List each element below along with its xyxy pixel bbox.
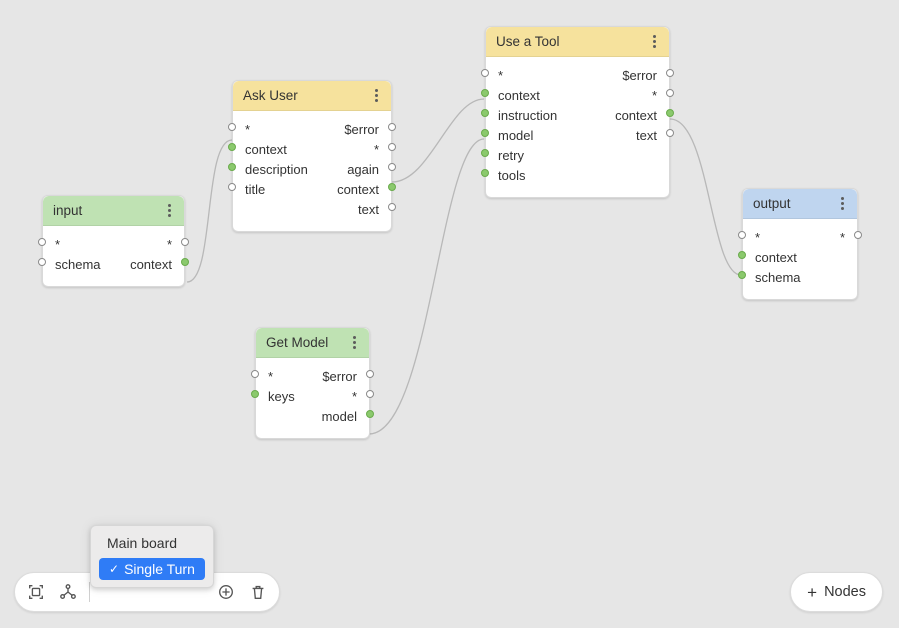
- node-output-header[interactable]: output: [743, 189, 857, 219]
- input-retry: retry: [498, 148, 524, 163]
- kebab-icon[interactable]: [372, 87, 381, 104]
- port-in-tools[interactable]: [481, 169, 489, 177]
- node-get-model-header[interactable]: Get Model: [256, 328, 369, 358]
- port-out[interactable]: [388, 123, 396, 131]
- port-in[interactable]: [38, 258, 46, 266]
- breadcrumb-active-label: Single Turn: [124, 561, 195, 577]
- add-nodes-label: Nodes: [824, 584, 866, 600]
- input-tools: tools: [498, 168, 525, 183]
- kebab-icon[interactable]: [650, 33, 659, 50]
- port-in-keys[interactable]: [251, 390, 259, 398]
- breadcrumb-popover[interactable]: Main board ✓ Single Turn: [90, 525, 214, 588]
- output-context: context: [337, 182, 379, 197]
- port-in[interactable]: [251, 370, 259, 378]
- node-input-header[interactable]: input: [43, 196, 184, 226]
- port-in-description[interactable]: [228, 163, 236, 171]
- input-context: context: [498, 88, 540, 103]
- port-in-model[interactable]: [481, 129, 489, 137]
- port-out-context[interactable]: [388, 183, 396, 191]
- plus-icon: +: [807, 584, 817, 601]
- port-in[interactable]: [738, 231, 746, 239]
- output-context: context: [130, 257, 172, 272]
- port-in[interactable]: [228, 123, 236, 131]
- kebab-icon[interactable]: [350, 334, 359, 351]
- output-star: *: [352, 389, 357, 404]
- fit-view-icon[interactable]: [25, 581, 47, 603]
- add-nodes-button[interactable]: + Nodes: [790, 572, 883, 612]
- input-context: context: [245, 142, 287, 157]
- port-out[interactable]: [366, 390, 374, 398]
- port-in[interactable]: [38, 238, 46, 246]
- input-model: model: [498, 128, 533, 143]
- output-star: *: [167, 237, 172, 252]
- node-output[interactable]: output * * context schema: [742, 188, 858, 300]
- input-star: *: [498, 68, 503, 83]
- port-in-retry[interactable]: [481, 149, 489, 157]
- hierarchy-icon[interactable]: [57, 581, 79, 603]
- node-ask-user[interactable]: Ask User * $error context * description …: [232, 80, 392, 232]
- node-input[interactable]: input * * schema context: [42, 195, 185, 287]
- output-star: *: [374, 142, 379, 157]
- port-in-title[interactable]: [228, 183, 236, 191]
- port-in-context[interactable]: [481, 89, 489, 97]
- node-get-model-title: Get Model: [266, 335, 328, 350]
- port-out[interactable]: [388, 143, 396, 151]
- port-out[interactable]: [666, 89, 674, 97]
- node-output-title: output: [753, 196, 791, 211]
- input-instruction: instruction: [498, 108, 557, 123]
- input-context: context: [755, 250, 797, 265]
- port-out[interactable]: [854, 231, 862, 239]
- node-ask-user-title: Ask User: [243, 88, 298, 103]
- input-title: title: [245, 182, 265, 197]
- add-circle-icon[interactable]: [215, 581, 237, 603]
- input-star: *: [755, 230, 760, 245]
- port-in-context[interactable]: [228, 143, 236, 151]
- port-in-schema[interactable]: [738, 271, 746, 279]
- node-use-tool-header[interactable]: Use a Tool: [486, 27, 669, 57]
- port-in-context[interactable]: [738, 251, 746, 259]
- kebab-icon[interactable]: [838, 195, 847, 212]
- port-out-context[interactable]: [181, 258, 189, 266]
- node-input-title: input: [53, 203, 82, 218]
- port-out-context[interactable]: [666, 109, 674, 117]
- port-out[interactable]: [181, 238, 189, 246]
- node-use-tool[interactable]: Use a Tool * $error context * instructio…: [485, 26, 670, 198]
- input-star: *: [245, 122, 250, 137]
- input-description: description: [245, 162, 308, 177]
- port-out[interactable]: [666, 129, 674, 137]
- port-in-instruction[interactable]: [481, 109, 489, 117]
- output-star: *: [652, 88, 657, 103]
- node-get-model[interactable]: Get Model * $error keys * model: [255, 327, 370, 439]
- output-star: *: [840, 230, 845, 245]
- kebab-icon[interactable]: [165, 202, 174, 219]
- breadcrumb-main[interactable]: Main board: [99, 533, 205, 553]
- input-schema: schema: [755, 270, 801, 285]
- port-out-model[interactable]: [366, 410, 374, 418]
- output-again: again: [347, 162, 379, 177]
- output-error: $error: [622, 68, 657, 83]
- trash-icon[interactable]: [247, 581, 269, 603]
- input-star: *: [268, 369, 273, 384]
- port-out[interactable]: [366, 370, 374, 378]
- input-keys: keys: [268, 389, 295, 404]
- port-out[interactable]: [388, 203, 396, 211]
- input-schema: schema: [55, 257, 101, 272]
- output-text: text: [358, 202, 379, 217]
- node-ask-user-header[interactable]: Ask User: [233, 81, 391, 111]
- check-icon: ✓: [109, 562, 119, 576]
- port-in[interactable]: [481, 69, 489, 77]
- node-use-tool-title: Use a Tool: [496, 34, 560, 49]
- input-star: *: [55, 237, 60, 252]
- output-error: $error: [344, 122, 379, 137]
- output-error: $error: [322, 369, 357, 384]
- breadcrumb-active[interactable]: ✓ Single Turn: [99, 558, 205, 580]
- port-out[interactable]: [666, 69, 674, 77]
- output-text: text: [636, 128, 657, 143]
- output-context: context: [615, 108, 657, 123]
- output-model: model: [322, 409, 357, 424]
- port-out[interactable]: [388, 163, 396, 171]
